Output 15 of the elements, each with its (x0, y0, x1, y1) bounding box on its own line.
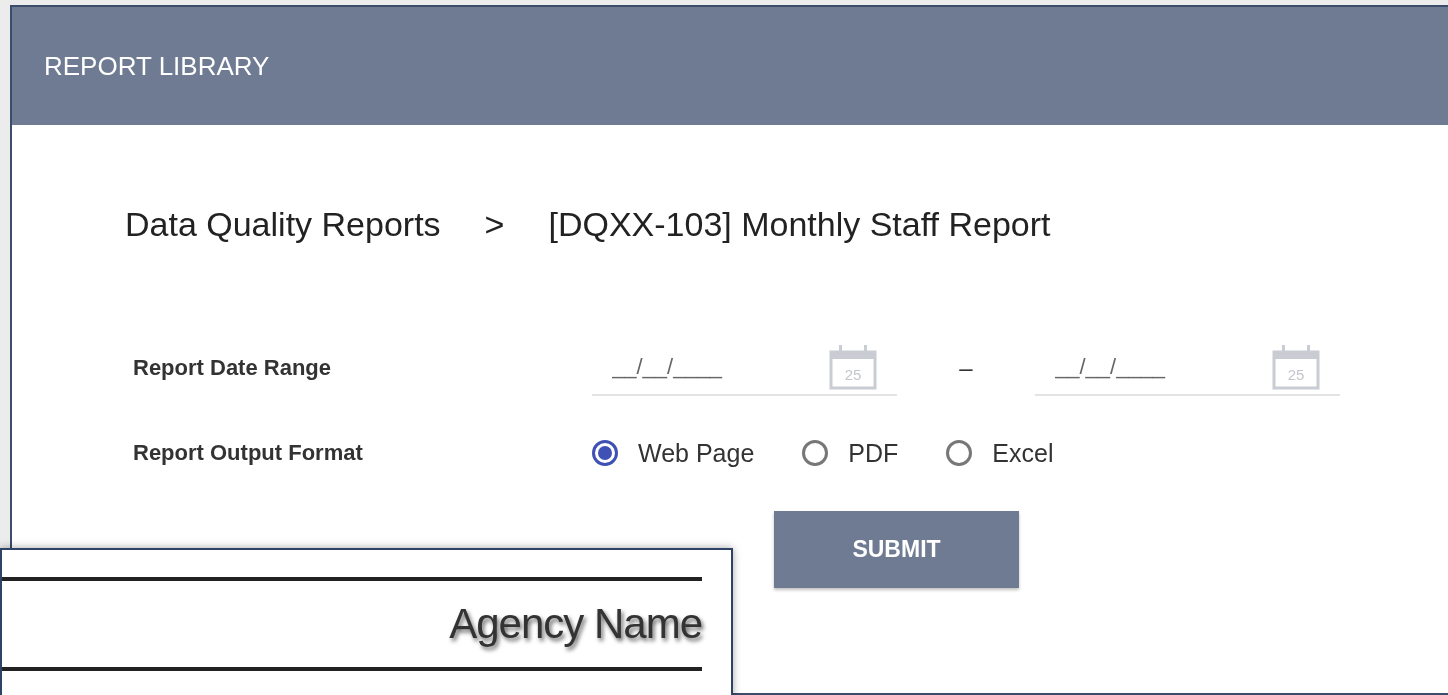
field-label: Report Date Range (133, 355, 333, 381)
radio-button[interactable] (802, 440, 829, 466)
radio-button[interactable] (946, 440, 973, 466)
agency-name: Agency Name (449, 600, 702, 648)
breadcrumb-separator: > (484, 205, 505, 244)
page-title: REPORT LIBRARY (44, 50, 270, 82)
radio-button[interactable] (592, 440, 618, 466)
breadcrumb-current: [DQXX-103] Monthly Staff Report (548, 205, 1051, 244)
radio-label[interactable]: Web Page (638, 438, 755, 468)
breadcrumb-link[interactable]: Data Quality Reports (125, 205, 441, 244)
radio-label[interactable]: Excel (992, 438, 1054, 468)
radio-label[interactable]: PDF (848, 438, 899, 468)
field-label: Report Output Format (133, 440, 364, 466)
range-separator: – (958, 354, 974, 382)
submit-button[interactable]: SUBMIT (774, 511, 1019, 588)
